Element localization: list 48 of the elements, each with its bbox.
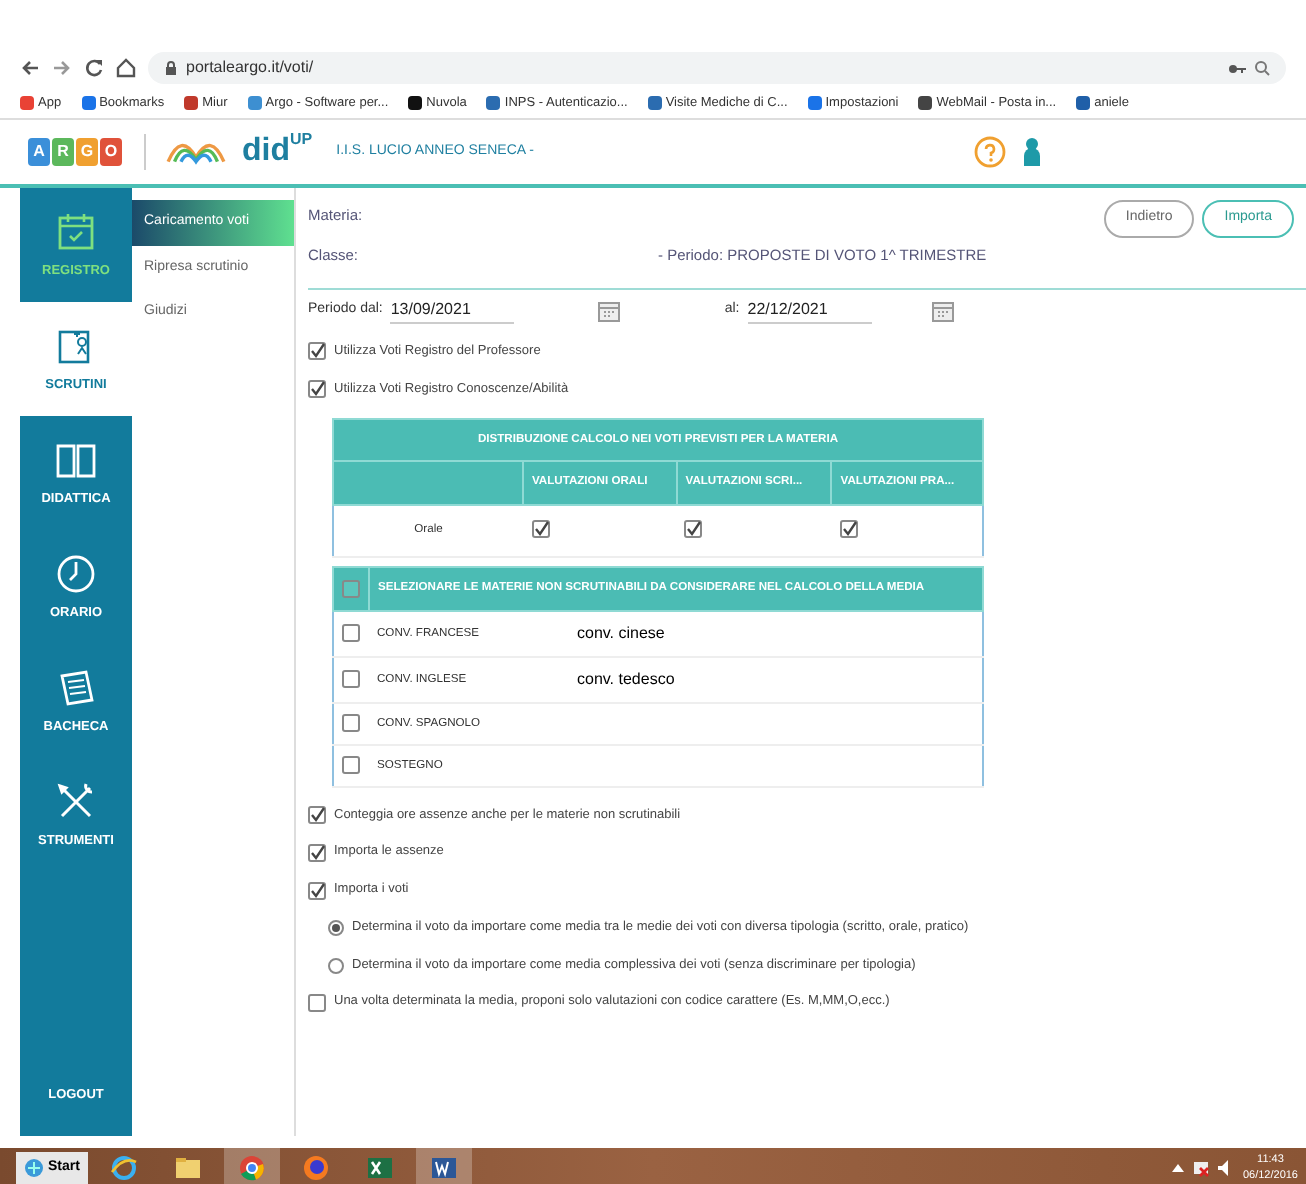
clock-icon xyxy=(54,551,98,596)
radio-button[interactable] xyxy=(328,919,344,936)
checkbox[interactable] xyxy=(342,714,360,733)
zoom-icon[interactable] xyxy=(1254,60,1270,76)
checkbox[interactable] xyxy=(308,843,326,862)
taskbar-app[interactable] xyxy=(415,1148,472,1184)
browser-icon xyxy=(301,1154,330,1182)
calendar-icon xyxy=(54,209,98,254)
spreadsheet-icon xyxy=(365,1154,394,1182)
checkbox[interactable] xyxy=(342,579,360,598)
browser-icon xyxy=(109,1154,138,1182)
checkbox[interactable] xyxy=(342,670,360,689)
network-icon[interactable] xyxy=(1192,1159,1211,1177)
checkbox[interactable] xyxy=(839,520,858,539)
folder-icon xyxy=(173,1154,202,1182)
home-icon[interactable] xyxy=(116,58,136,78)
url-text: portaleargo.it/voti/ xyxy=(186,56,314,80)
forward-icon[interactable] xyxy=(52,58,72,78)
back-icon[interactable] xyxy=(20,58,40,78)
note-text: conv. cinese xyxy=(577,624,665,643)
checkbox[interactable] xyxy=(308,993,326,1012)
book-logo-icon xyxy=(166,138,226,166)
date-field[interactable]: 13/09/2021 xyxy=(390,298,515,324)
argo-logo: A R G O xyxy=(28,138,124,166)
globe-icon xyxy=(24,1158,44,1178)
browser-icon xyxy=(237,1154,266,1182)
tray-arrow-icon[interactable] xyxy=(1172,1162,1185,1174)
calendar-icon[interactable] xyxy=(931,300,954,322)
date-field[interactable]: 22/12/2021 xyxy=(747,298,872,324)
notes-icon xyxy=(54,665,98,710)
checkbox[interactable] xyxy=(308,806,326,825)
taskbar-app[interactable] xyxy=(223,1148,280,1184)
checkbox[interactable] xyxy=(684,520,703,539)
checkbox[interactable] xyxy=(308,881,326,900)
checkbox[interactable] xyxy=(531,520,549,539)
address-bar[interactable]: portaleargo.it/voti/ xyxy=(148,52,1286,84)
note-text: conv. tedesco xyxy=(577,670,675,689)
user-icon[interactable] xyxy=(1022,136,1042,168)
checkbox[interactable] xyxy=(342,756,360,774)
checkbox[interactable] xyxy=(308,342,326,361)
checkbox[interactable] xyxy=(342,624,360,643)
radio-button[interactable] xyxy=(328,957,344,974)
lock-icon xyxy=(164,60,178,76)
key-icon[interactable] xyxy=(1228,61,1246,75)
document-icon xyxy=(429,1154,458,1182)
reload-icon[interactable] xyxy=(84,58,104,78)
checkbox[interactable] xyxy=(308,380,326,399)
calendar-icon[interactable] xyxy=(598,300,621,322)
